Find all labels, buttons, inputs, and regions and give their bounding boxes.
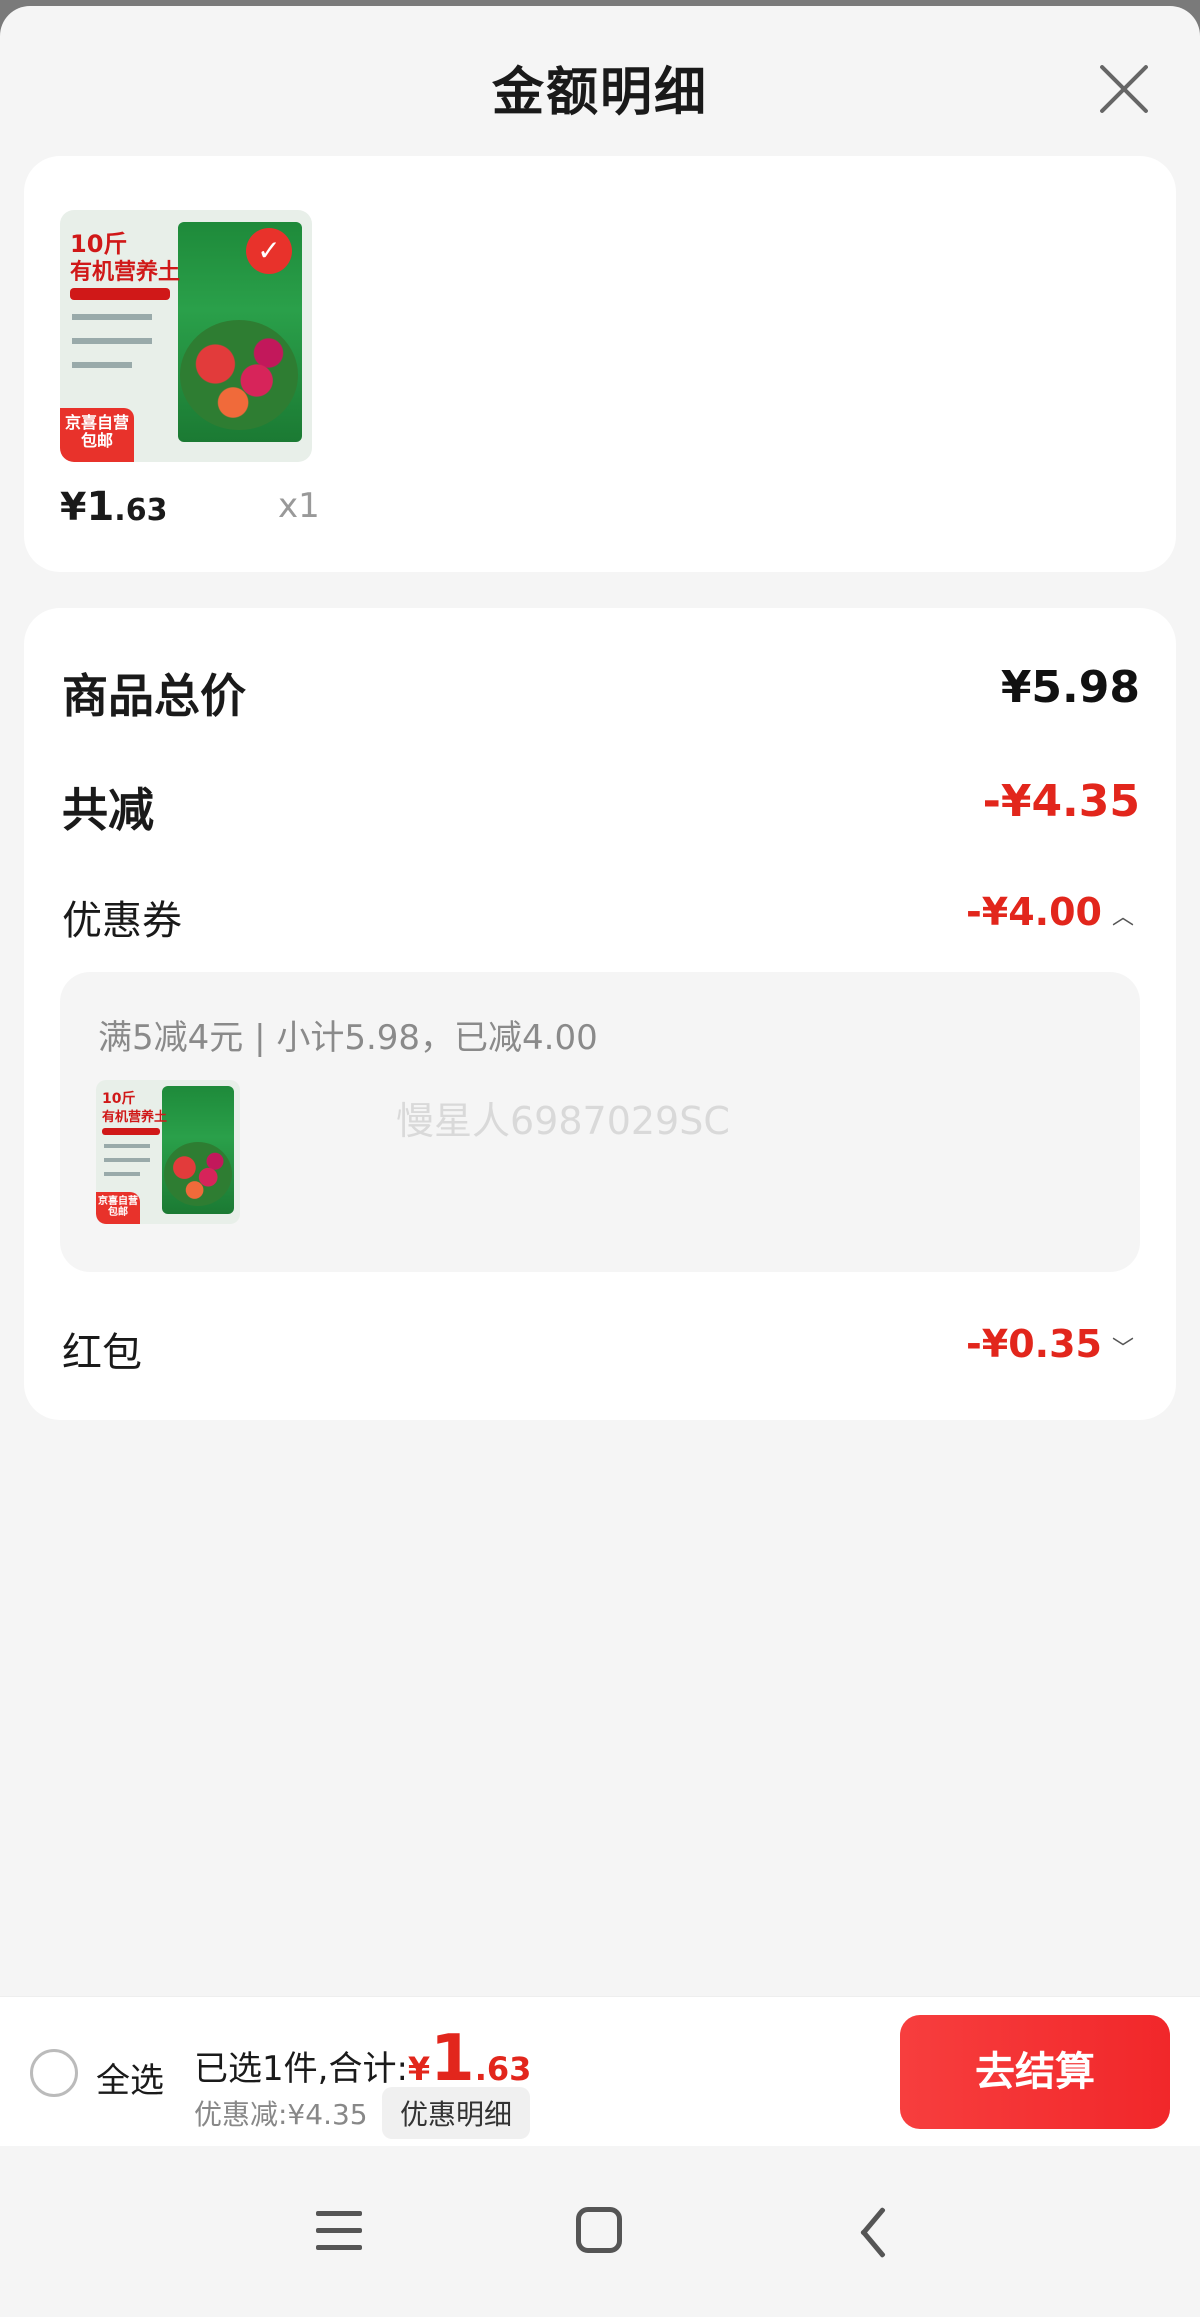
total-int: 1 [430, 2022, 475, 2096]
back-icon[interactable] [848, 2205, 888, 2255]
total-reduce-label: 共减 [62, 783, 154, 837]
home-icon[interactable] [576, 2207, 622, 2253]
checkout-button[interactable]: 去结算 [900, 2015, 1170, 2129]
coupon-value: -¥4.00 [966, 890, 1102, 934]
coupon-product-thumbnail: 10斤 有机营养土 京喜自营 包邮 [96, 1080, 240, 1224]
selected-count-text: 已选1件,合计: [194, 2049, 408, 2089]
discount-text: 优惠减:¥4.35 [194, 2098, 368, 2131]
sheet-title: 金额明细 [491, 63, 708, 123]
selected-summary: 已选1件,合计:¥1.63 [194, 2027, 531, 2091]
total-reduce-value: -¥4.35 [982, 776, 1140, 827]
close-icon[interactable] [1094, 58, 1154, 118]
red-packet-label: 红包 [62, 1330, 142, 1376]
select-all-label[interactable]: 全选 [96, 2053, 164, 2102]
amount-detail-sheet: 金额明细 10斤 有机营养土 京喜自营 包邮 ✓ ¥1.63 x1 商品总价 ¥… [0, 6, 1200, 2317]
system-nav-bar [0, 2147, 1200, 2317]
select-all-radio[interactable] [30, 2049, 78, 2097]
coupon-toggle[interactable]: -¥4.00 ︿ [966, 890, 1134, 934]
checkmark-icon: ✓ [246, 228, 292, 274]
chevron-down-icon: ﹀ [1111, 1336, 1134, 1362]
sheet-header: 金额明细 [0, 6, 1200, 156]
product-image[interactable]: 10斤 有机营养土 京喜自营 包邮 ✓ [60, 210, 312, 462]
total-dec: .63 [474, 2050, 532, 2088]
coupon-rule-text: 满5减4元 | 小计5.98，已减4.00 [98, 1018, 598, 1058]
watermark-text: 慢星人6987029SC [396, 1099, 730, 1143]
product-card: 10斤 有机营养土 京喜自营 包邮 ✓ ¥1.63 x1 [24, 156, 1176, 572]
checkout-bar: 全选 已选1件,合计:¥1.63 优惠减:¥4.35 优惠明细 去结算 [0, 1996, 1200, 2146]
menu-icon[interactable] [316, 2211, 362, 2251]
red-packet-toggle[interactable]: -¥0.35 ﹀ [966, 1322, 1134, 1366]
product-image-badge: 京喜自营 包邮 [60, 408, 134, 462]
price-summary-card: 商品总价 ¥5.98 共减 -¥4.35 优惠券 -¥4.00 ︿ 满5减4元 |… [24, 608, 1176, 1420]
product-price: ¥1.63 [60, 484, 168, 530]
total-price-label: 商品总价 [62, 669, 246, 723]
coupon-label: 优惠券 [62, 898, 182, 944]
discount-detail-button[interactable]: 优惠明细 [382, 2087, 531, 2139]
product-image-name: 有机营养土 [70, 260, 181, 285]
product-quantity: x1 [278, 486, 320, 526]
chevron-up-icon: ︿ [1111, 904, 1134, 930]
total-yen: ¥ [407, 2050, 431, 2088]
total-price-value: ¥5.98 [1000, 662, 1140, 713]
red-packet-value: -¥0.35 [966, 1322, 1102, 1366]
coupon-detail-box: 满5减4元 | 小计5.98，已减4.00 慢星人6987029SC 10斤 有… [60, 972, 1140, 1272]
